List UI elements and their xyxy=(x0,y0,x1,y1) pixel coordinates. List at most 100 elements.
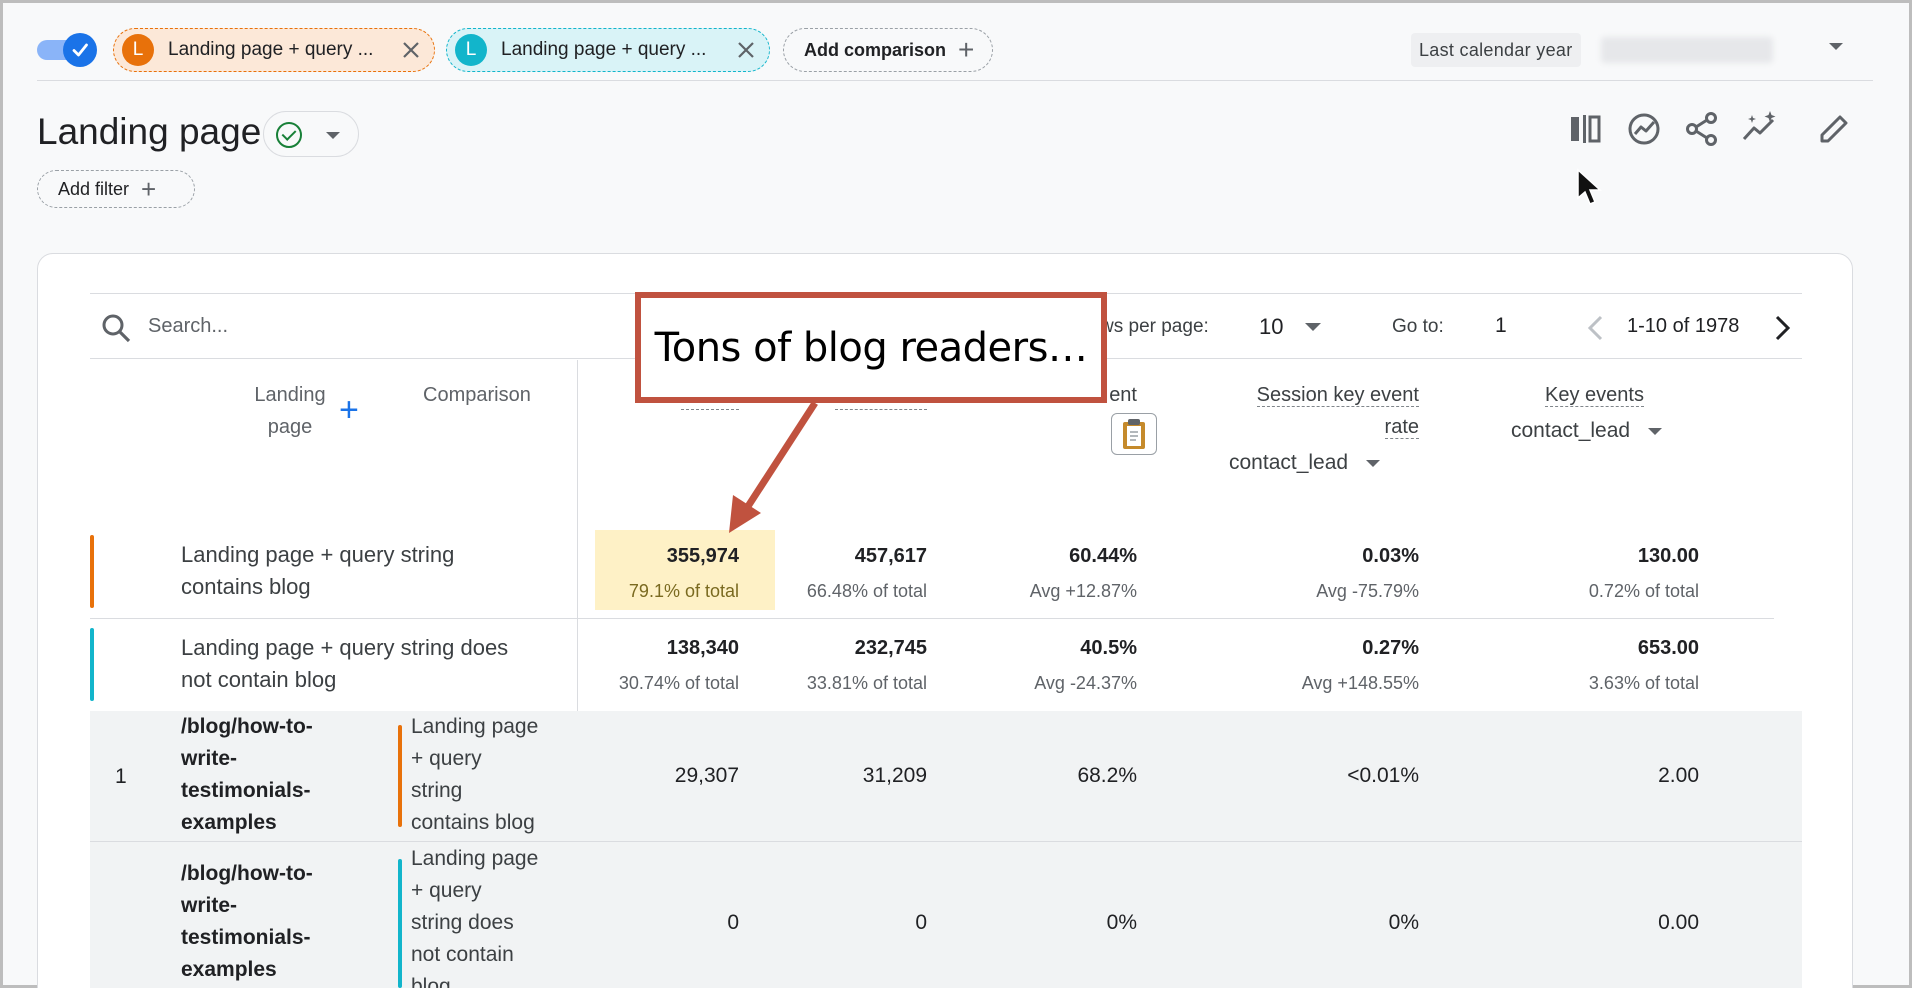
path-line: examples xyxy=(181,811,277,834)
edit-pencil-icon[interactable] xyxy=(1814,109,1854,149)
comparison-line: not contain xyxy=(411,943,514,966)
totals-percent: Avg -24.37% xyxy=(1034,673,1137,693)
header-line: rate xyxy=(1384,416,1419,439)
comparison-line: string does xyxy=(411,911,514,934)
column-header-key-events[interactable]: Key events xyxy=(1545,379,1644,411)
path-line: testimonials- xyxy=(181,926,311,949)
date-range-redacted xyxy=(1601,37,1773,63)
segment-color-bar xyxy=(90,628,94,701)
column-header-users-underline[interactable] xyxy=(835,408,927,410)
totals-value: 457,617 xyxy=(854,545,927,567)
check-circle-icon xyxy=(276,122,302,148)
session-key-event-select[interactable]: contact_lead xyxy=(1229,447,1381,479)
pagination-range: 1-10 of 1978 xyxy=(1627,315,1740,337)
select-value: contact_lead xyxy=(1229,451,1349,474)
chevron-down-icon[interactable] xyxy=(1305,323,1321,331)
goto-label: Go to: xyxy=(1392,316,1444,337)
column-header-comparison: Comparison xyxy=(423,384,531,406)
date-range-label[interactable]: Last calendar year xyxy=(1411,33,1581,67)
comparison-line: contains blog xyxy=(411,811,535,834)
plus-icon: + xyxy=(958,34,975,65)
landing-page-path[interactable]: /blog/how-to- write- testimonials- examp… xyxy=(181,711,313,839)
chevron-down-icon xyxy=(1648,427,1663,435)
cell-value: 0 xyxy=(915,911,927,934)
column-header-landing-page[interactable]: Landing page xyxy=(247,379,333,443)
sparkle-trend-icon[interactable] xyxy=(1740,109,1780,149)
clipboard-icon[interactable] xyxy=(1111,413,1157,455)
add-filter-label: Add filter xyxy=(58,178,130,199)
cell-value: <0.01% xyxy=(1347,764,1419,787)
comparison-chip-not-contains-blog[interactable]: L Landing page + query ... xyxy=(446,28,770,72)
add-dimension-plus-icon[interactable]: + xyxy=(339,391,359,430)
goto-page-input[interactable]: 1 xyxy=(1495,314,1507,338)
cell-value: 2.00 xyxy=(1658,764,1699,787)
totals-percent: 3.63% of total xyxy=(1588,673,1699,693)
header-line: Key events xyxy=(1545,384,1644,407)
plus-icon: + xyxy=(141,173,157,204)
comparison-chip-label: Landing page + query ... xyxy=(501,39,707,60)
segment-line: Landing page + query string xyxy=(181,542,455,567)
column-header-session-key-event-rate[interactable]: Session key event rate xyxy=(1173,379,1419,443)
comparison-line: + query xyxy=(411,747,482,770)
comparison-cell: Landing page + query string contains blo… xyxy=(411,711,538,839)
header-line: Session key event xyxy=(1256,384,1419,407)
totals-percent: 66.48% of total xyxy=(806,581,927,601)
header-line: ent xyxy=(1109,384,1137,406)
segment-color-bar xyxy=(398,725,402,827)
segment-line: Landing page + query string does xyxy=(181,635,509,660)
rows-per-page-label: ws per page: xyxy=(1100,316,1209,337)
comparison-line: + query xyxy=(411,879,482,902)
landing-page-path[interactable]: /blog/how-to- write- testimonials- examp… xyxy=(181,858,313,986)
totals-value: 40.5% xyxy=(1080,637,1137,659)
add-comparison-label: Add comparison xyxy=(804,39,947,60)
page-title: Landing page xyxy=(37,111,262,152)
chevron-left-icon[interactable] xyxy=(1583,313,1609,343)
comparison-line: Landing page xyxy=(411,847,539,870)
insights-icon[interactable] xyxy=(1624,109,1664,149)
select-value: contact_lead xyxy=(1511,419,1631,442)
compare-columns-icon[interactable] xyxy=(1565,109,1605,149)
rows-per-page-select[interactable]: 10 xyxy=(1259,314,1283,340)
totals-value: 0.03% xyxy=(1362,545,1419,567)
comparison-line: blog xyxy=(411,975,451,988)
comparison-line: string xyxy=(411,779,463,802)
chevron-down-icon xyxy=(326,132,340,139)
path-line: /blog/how-to- xyxy=(181,715,313,738)
totals-segment-name: Landing page + query string contains blo… xyxy=(181,539,454,603)
divider xyxy=(37,80,1873,81)
add-comparison-button[interactable]: Add comparison + xyxy=(783,28,993,72)
header-line: Landing xyxy=(254,384,326,406)
comparison-cell: Landing page + query string does not con… xyxy=(411,843,538,988)
add-filter-button[interactable]: Add filter + xyxy=(37,170,195,208)
report-status-button[interactable] xyxy=(263,111,359,157)
segment-line: contains blog xyxy=(181,574,311,599)
segment-color-bar xyxy=(398,859,402,988)
comparison-badge: L xyxy=(122,34,154,66)
search-icon xyxy=(102,314,131,343)
share-icon[interactable] xyxy=(1682,109,1722,149)
close-icon[interactable] xyxy=(735,39,757,61)
segment-color-bar xyxy=(90,535,94,608)
annotation-arrow xyxy=(729,401,818,533)
cell-value: 0 xyxy=(727,911,739,934)
mouse-cursor-icon xyxy=(1577,168,1602,205)
search-input[interactable] xyxy=(148,309,628,343)
totals-value: 130.00 xyxy=(1637,545,1699,567)
close-icon[interactable] xyxy=(400,39,422,61)
cell-value: 0.00 xyxy=(1658,911,1699,934)
row-divider xyxy=(90,618,1774,619)
path-line: examples xyxy=(181,958,277,981)
chevron-right-icon[interactable] xyxy=(1769,313,1795,343)
comparison-badge: L xyxy=(455,34,487,66)
segment-line: not contain blog xyxy=(181,667,337,692)
key-events-select[interactable]: contact_lead xyxy=(1511,415,1663,447)
totals-value: 653.00 xyxy=(1637,637,1699,659)
comparison-toggle[interactable] xyxy=(37,33,97,67)
comparison-chip-contains-blog[interactable]: L Landing page + query ... xyxy=(113,28,435,72)
totals-segment-name: Landing page + query string does not con… xyxy=(181,632,508,696)
chevron-down-icon[interactable] xyxy=(1829,43,1843,50)
totals-percent: Avg +148.55% xyxy=(1301,673,1419,693)
path-line: write- xyxy=(181,747,238,770)
path-line: write- xyxy=(181,894,238,917)
path-line: testimonials- xyxy=(181,779,311,802)
